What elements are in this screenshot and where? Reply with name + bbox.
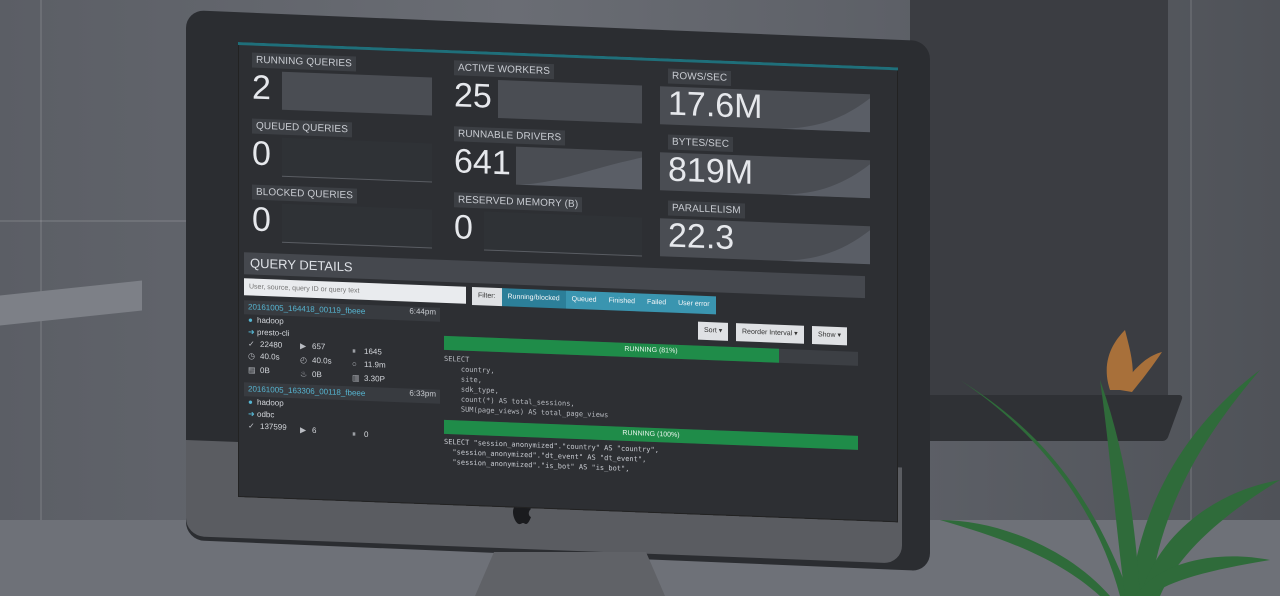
filter-group: Filter: Running/blocked Queued Finished … [472, 286, 716, 315]
login-icon: ➜ [248, 409, 255, 419]
stat-elapsed-time-value: 40.0s [312, 355, 332, 366]
potted-plant [940, 330, 1280, 596]
stat-wall-time-value: 40.0s [260, 351, 280, 362]
sparkline [282, 137, 432, 183]
stat-queued-splits: ⏸ 1645 [352, 345, 382, 358]
sparkline [484, 211, 642, 257]
pause-icon: ⏸ [352, 429, 356, 439]
tile-label: RESERVED MEMORY (B) [454, 192, 583, 213]
stat-cumulative-memory: ▥ 3.30P [352, 372, 385, 385]
stat-queued-splits-value: 1645 [364, 346, 382, 357]
stat-peak-memory-value: 0B [312, 369, 322, 380]
tile-queued-queries: QUEUED QUERIES 0 [244, 114, 434, 183]
stat-cumulative-memory-value: 3.30P [364, 373, 385, 384]
filter-user-error[interactable]: User error [672, 294, 716, 315]
tile-value: 17.6M [668, 84, 763, 127]
stat-completed-splits-value: 137599 [260, 421, 287, 432]
wall-panel-seam [40, 0, 42, 520]
stat-cpu-time-value: 11.9m [364, 359, 386, 370]
query-user-text: hadoop [257, 315, 284, 326]
stat-running-splits-value: 657 [312, 341, 326, 352]
sparkline [498, 79, 642, 124]
stat-wall-time: ◷ 40.0s [248, 350, 280, 363]
fire-icon: ♨ [300, 369, 308, 379]
filter-running-blocked[interactable]: Running/blocked [501, 288, 566, 309]
tile-parallelism: PARALLELISM 22.3 [660, 196, 872, 266]
stat-running-splits: ▶ 657 [300, 340, 325, 353]
tile-value: 2 [252, 68, 271, 108]
sparkline [282, 203, 432, 249]
stat-current-memory-value: 0B [260, 365, 270, 376]
tile-rows-per-sec: ROWS/SEC 17.6M [660, 64, 872, 134]
play-icon: ▶ [300, 425, 307, 435]
play-icon: ▶ [300, 341, 307, 351]
filter-label: Filter: [472, 286, 502, 307]
sparkline [282, 71, 432, 116]
filter-queued[interactable]: Queued [565, 290, 603, 311]
chart-icon: ▥ [352, 373, 360, 383]
pause-icon: ⏸ [352, 346, 356, 356]
stat-cpu-time: ○ 11.9m [352, 358, 386, 371]
tile-running-queries: RUNNING QUERIES 2 [244, 48, 434, 117]
stat-completed-splits: ✓ 137599 [248, 420, 287, 433]
tile-value: 0 [454, 208, 473, 248]
query-time: 6:44pm [409, 306, 436, 317]
tile-active-workers: ACTIVE WORKERS 25 [446, 56, 642, 125]
query-time: 6:33pm [409, 388, 436, 399]
sparkline [516, 146, 642, 190]
tile-runnable-drivers: RUNNABLE DRIVERS 641 [446, 122, 642, 191]
query-sql-text: SELECT country, site, sdk_type, count(*)… [444, 354, 609, 420]
stat-queued-splits: ⏸ 0 [352, 428, 368, 441]
tile-value: 0 [252, 200, 271, 240]
tile-value: 819M [668, 150, 754, 192]
login-icon: ➜ [248, 327, 255, 337]
tile-blocked-queries: BLOCKED QUERIES 0 [244, 180, 434, 249]
reorder-interval-button[interactable]: Reorder Interval ▾ [736, 323, 804, 344]
user-icon: ● [248, 315, 253, 325]
tile-label: ROWS/SEC [668, 68, 732, 86]
tile-reserved-memory: RESERVED MEMORY (B) 0 [446, 188, 642, 257]
check-icon: ✓ [248, 339, 255, 349]
user-icon: ● [248, 397, 253, 407]
stat-completed-splits-value: 22480 [260, 339, 283, 350]
imac-stand [475, 552, 665, 596]
stat-peak-memory: ♨ 0B [300, 368, 322, 381]
timer-icon: ◴ [300, 355, 307, 365]
filter-finished[interactable]: Finished [602, 292, 642, 312]
query-source-text: odbc [257, 409, 275, 420]
tile-label: PARALLELISM [668, 200, 745, 219]
query-source-text: presto-cli [257, 327, 290, 338]
stat-elapsed-time: ◴ 40.0s [300, 354, 332, 367]
tile-value: 641 [454, 142, 511, 183]
stat-current-memory: ▤ 0B [248, 364, 270, 377]
clock-icon: ◷ [248, 351, 255, 361]
stat-queued-splits-value: 0 [364, 429, 369, 440]
tile-bytes-per-sec: BYTES/SEC 819M [660, 130, 872, 200]
check-icon: ✓ [248, 421, 255, 431]
query-item[interactable]: 20161005_163306_00118_fbeee 6:33pm ● hado… [244, 382, 440, 442]
filter-failed[interactable]: Failed [641, 293, 673, 313]
tile-value: 25 [454, 76, 492, 116]
presto-dashboard-screen: RUNNING QUERIES 2 QUEUED QUERIES 0 BLOCK… [238, 42, 898, 523]
sort-button[interactable]: Sort ▾ [698, 321, 729, 341]
tile-label: BYTES/SEC [668, 134, 734, 153]
wall-panel-seam [0, 220, 200, 222]
query-sql-text: SELECT "session_anonymized"."country" AS… [444, 437, 659, 474]
memory-icon: ▤ [248, 365, 256, 375]
stat-running-splits-value: 6 [312, 425, 317, 436]
tile-value: 0 [252, 134, 271, 174]
stat-running-splits: ▶ 6 [300, 424, 316, 437]
show-button[interactable]: Show ▾ [812, 326, 847, 346]
query-search-input[interactable] [244, 278, 466, 304]
refresh-icon: ○ [352, 359, 357, 369]
query-user-text: hadoop [257, 397, 284, 408]
tile-value: 22.3 [668, 216, 735, 258]
